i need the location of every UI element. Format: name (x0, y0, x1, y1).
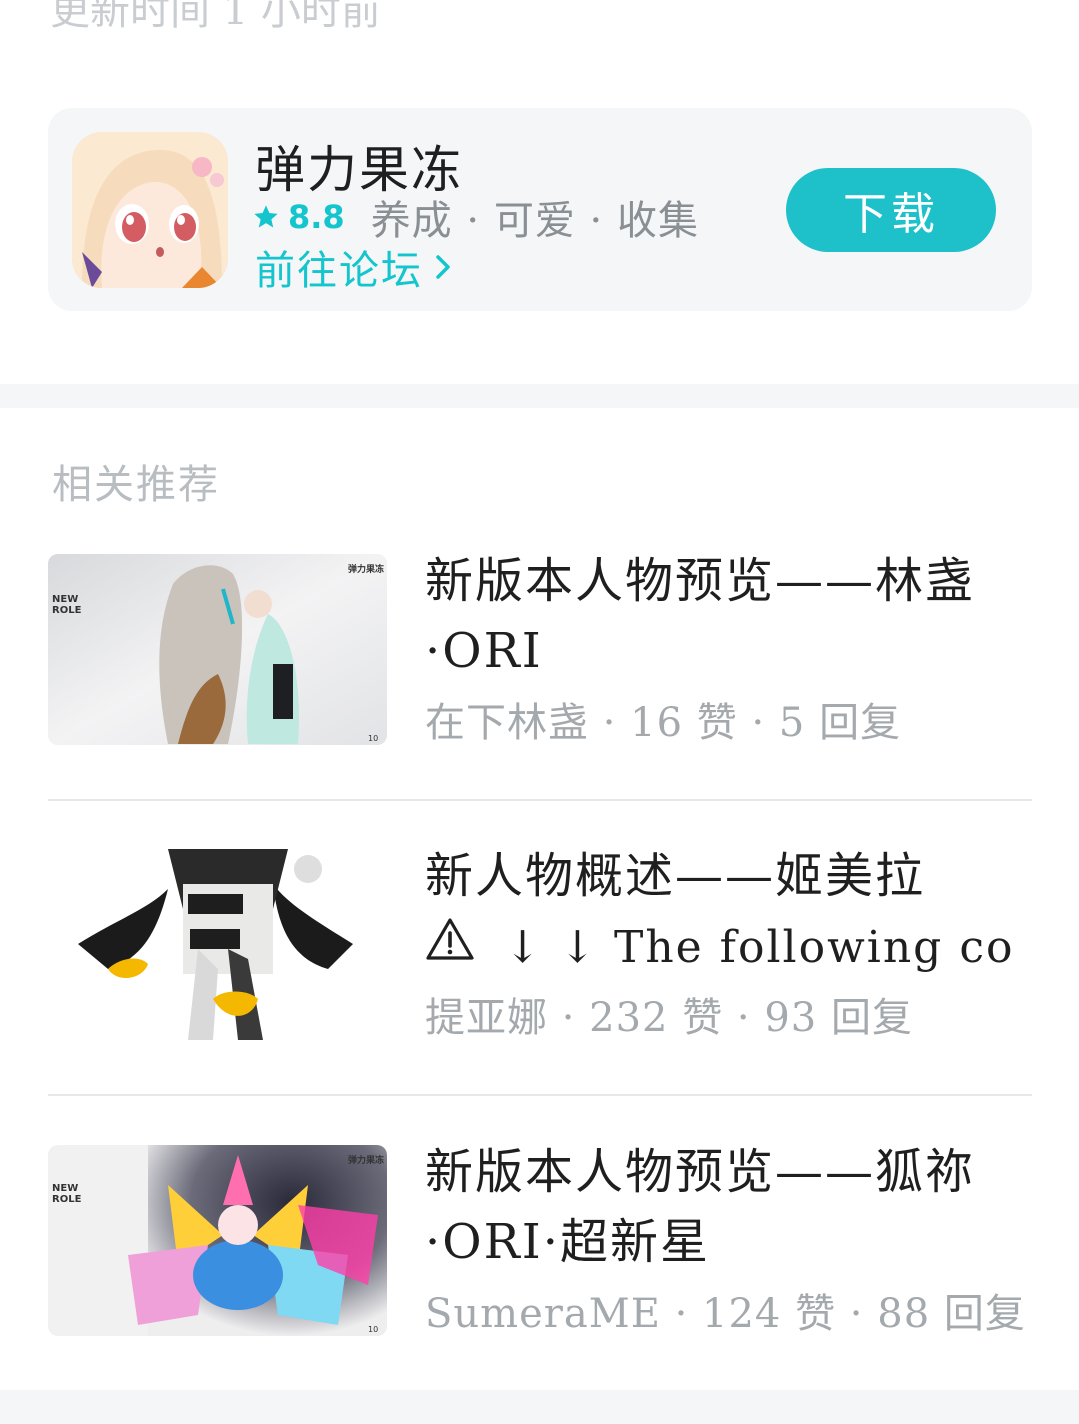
section-title: 相关推荐 (52, 462, 220, 508)
download-button[interactable]: 下载 (786, 168, 996, 252)
svg-text:10: 10 (368, 1325, 378, 1334)
character-preview-image: NEW ROLE 弹力果冻 10 (48, 554, 387, 745)
svg-text:10: 10 (368, 734, 378, 743)
post-title-line: 新人物概述——姬美拉 (425, 848, 926, 904)
post-title[interactable]: 新版本人物预览——狐祢 ·ORI·超新星 (425, 1137, 1025, 1277)
character-illustration-image (48, 849, 387, 1040)
post-meta: SumeraME · 124 赞 · 88 回复 (425, 1291, 1026, 1337)
post-title-line: ·ORI (425, 623, 543, 679)
post-meta: 提亚娜 · 232 赞 · 93 回复 (425, 995, 913, 1041)
post-title[interactable]: 新版本人物预览——林盏 ·ORI (425, 546, 1025, 686)
post-preview-text: ↓ ↓ The following co ... (504, 922, 1025, 973)
post-meta: 在下林盏 · 16 赞 · 5 回复 (425, 700, 902, 746)
post-title[interactable]: 新人物概述——姬美拉 ↓ ↓ The following co ... (425, 841, 1025, 983)
post-title-line: ·ORI·超新星 (425, 1214, 710, 1270)
rating-value: 8.8 (288, 198, 345, 236)
list-item[interactable]: NEW ROLE 弹力果冻 10 新版本人物预览——狐祢 ·ORI·超新星 Su… (48, 1144, 1032, 1337)
page: 更新时间 1 小时前 弹力果冻 8.8 养成 · 可爱 · 收集 前往论坛 下载… (0, 0, 1079, 1424)
svg-text:弹力果冻: 弹力果冻 (348, 563, 384, 575)
character-preview-image: NEW ROLE 弹力果冻 10 (48, 1145, 387, 1336)
list-item[interactable]: 新人物概述——姬美拉 ↓ ↓ The following co ... 提亚娜 … (48, 848, 1032, 1041)
post-preview: ↓ ↓ The following co ... (425, 911, 1025, 983)
svg-text:弹力果冻: 弹力果冻 (348, 1154, 384, 1166)
section-divider (0, 384, 1079, 408)
row-divider (48, 799, 1032, 801)
svg-text:NEW: NEW (52, 594, 78, 605)
svg-text:ROLE: ROLE (52, 1194, 82, 1205)
warning-icon (426, 918, 474, 960)
forum-link-label: 前往论坛 (255, 248, 423, 294)
chevron-right-icon (436, 255, 450, 279)
app-card[interactable]: 弹力果冻 8.8 养成 · 可爱 · 收集 前往论坛 下载 (48, 108, 1032, 311)
update-time-text: 更新时间 1 小时前 (50, 0, 381, 34)
app-icon-image (72, 132, 228, 288)
svg-text:ROLE: ROLE (52, 605, 82, 616)
svg-text:NEW: NEW (52, 1183, 78, 1194)
star-icon (254, 205, 278, 228)
section-divider (0, 1390, 1079, 1424)
post-title-line: 新版本人物预览——狐祢 (425, 1144, 976, 1200)
post-title-line: 新版本人物预览——林盏 (425, 553, 976, 609)
forum-link[interactable]: 前往论坛 (255, 238, 453, 296)
list-item[interactable]: NEW ROLE 弹力果冻 10 新版本人物预览——林盏 ·ORI 在下林盏 ·… (48, 553, 1032, 746)
app-icon[interactable] (72, 132, 228, 288)
row-divider (48, 1094, 1032, 1096)
